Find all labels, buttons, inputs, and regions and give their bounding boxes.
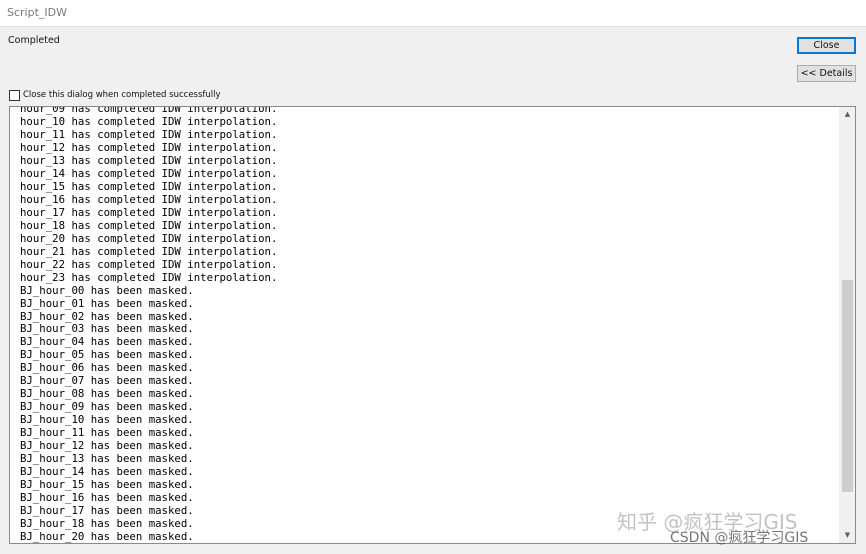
scroll-thumb[interactable] <box>842 280 853 492</box>
log-line: hour_15 has completed IDW interpolation. <box>20 179 278 193</box>
log-line: hour_11 has completed IDW interpolation. <box>20 127 278 141</box>
log-line: BJ_hour_08 has been masked. <box>20 387 194 401</box>
window-title: Script_IDW <box>7 6 67 19</box>
log-line: BJ_hour_07 has been masked. <box>20 374 194 388</box>
log-line: BJ_hour_14 has been masked. <box>20 465 194 479</box>
log-line: hour_22 has completed IDW interpolation. <box>20 257 278 271</box>
log-line: BJ_hour_13 has been masked. <box>20 452 194 466</box>
close-on-complete-checkbox[interactable] <box>9 89 20 101</box>
log-line: BJ_hour_10 has been masked. <box>20 413 194 427</box>
vertical-scrollbar[interactable]: ▲ ▼ <box>839 107 855 543</box>
log-line: BJ_hour_17 has been masked. <box>20 504 194 518</box>
log-line: BJ_hour_18 has been masked. <box>20 517 194 530</box>
log-line: hour_10 has completed IDW interpolation. <box>20 114 278 128</box>
scroll-up-arrow-icon[interactable]: ▲ <box>840 107 855 122</box>
log-line: BJ_hour_15 has been masked. <box>20 478 194 492</box>
log-line: hour_16 has completed IDW interpolation. <box>20 192 278 206</box>
details-button[interactable]: << Details <box>797 65 856 82</box>
log-line: hour_21 has completed IDW interpolation. <box>20 244 278 258</box>
close-on-complete-option[interactable]: Close this dialog when completed success… <box>9 89 221 101</box>
status-text: Completed <box>8 35 60 46</box>
log-line: BJ_hour_02 has been masked. <box>20 309 194 323</box>
close-on-complete-label: Close this dialog when completed success… <box>23 90 221 100</box>
log-line: hour_23 has completed IDW interpolation. <box>20 270 278 284</box>
log-line: BJ_hour_11 has been masked. <box>20 426 194 440</box>
title-bar: Script_IDW <box>0 0 866 27</box>
log-line: BJ_hour_04 has been masked. <box>20 335 194 349</box>
log-line: hour_17 has completed IDW interpolation. <box>20 205 278 219</box>
close-button[interactable]: Close <box>797 37 856 54</box>
csdn-watermark: CSDN @疯狂学习GIS <box>670 530 809 546</box>
log-line: hour_18 has completed IDW interpolation. <box>20 218 278 232</box>
output-log-panel[interactable]: hour_09 has completed IDW interpolation.… <box>9 106 856 544</box>
log-line: BJ_hour_05 has been masked. <box>20 348 194 362</box>
log-line: BJ_hour_09 has been masked. <box>20 400 194 414</box>
log-line: BJ_hour_06 has been masked. <box>20 361 194 375</box>
log-line: hour_13 has completed IDW interpolation. <box>20 153 278 167</box>
log-line: hour_20 has completed IDW interpolation. <box>20 231 278 245</box>
log-line: BJ_hour_03 has been masked. <box>20 322 194 336</box>
log-line: BJ_hour_00 has been masked. <box>20 283 194 297</box>
log-line: BJ_hour_16 has been masked. <box>20 491 194 505</box>
log-line: hour_12 has completed IDW interpolation. <box>20 140 278 154</box>
log-line: hour_09 has completed IDW interpolation. <box>20 106 278 115</box>
log-line: BJ_hour_01 has been masked. <box>20 296 194 310</box>
log-line: hour_14 has completed IDW interpolation. <box>20 166 278 180</box>
scroll-down-arrow-icon[interactable]: ▼ <box>840 528 855 543</box>
log-line: BJ_hour_20 has been masked. <box>20 529 194 543</box>
output-log: hour_09 has completed IDW interpolation.… <box>20 106 278 543</box>
log-line: BJ_hour_12 has been masked. <box>20 439 194 453</box>
